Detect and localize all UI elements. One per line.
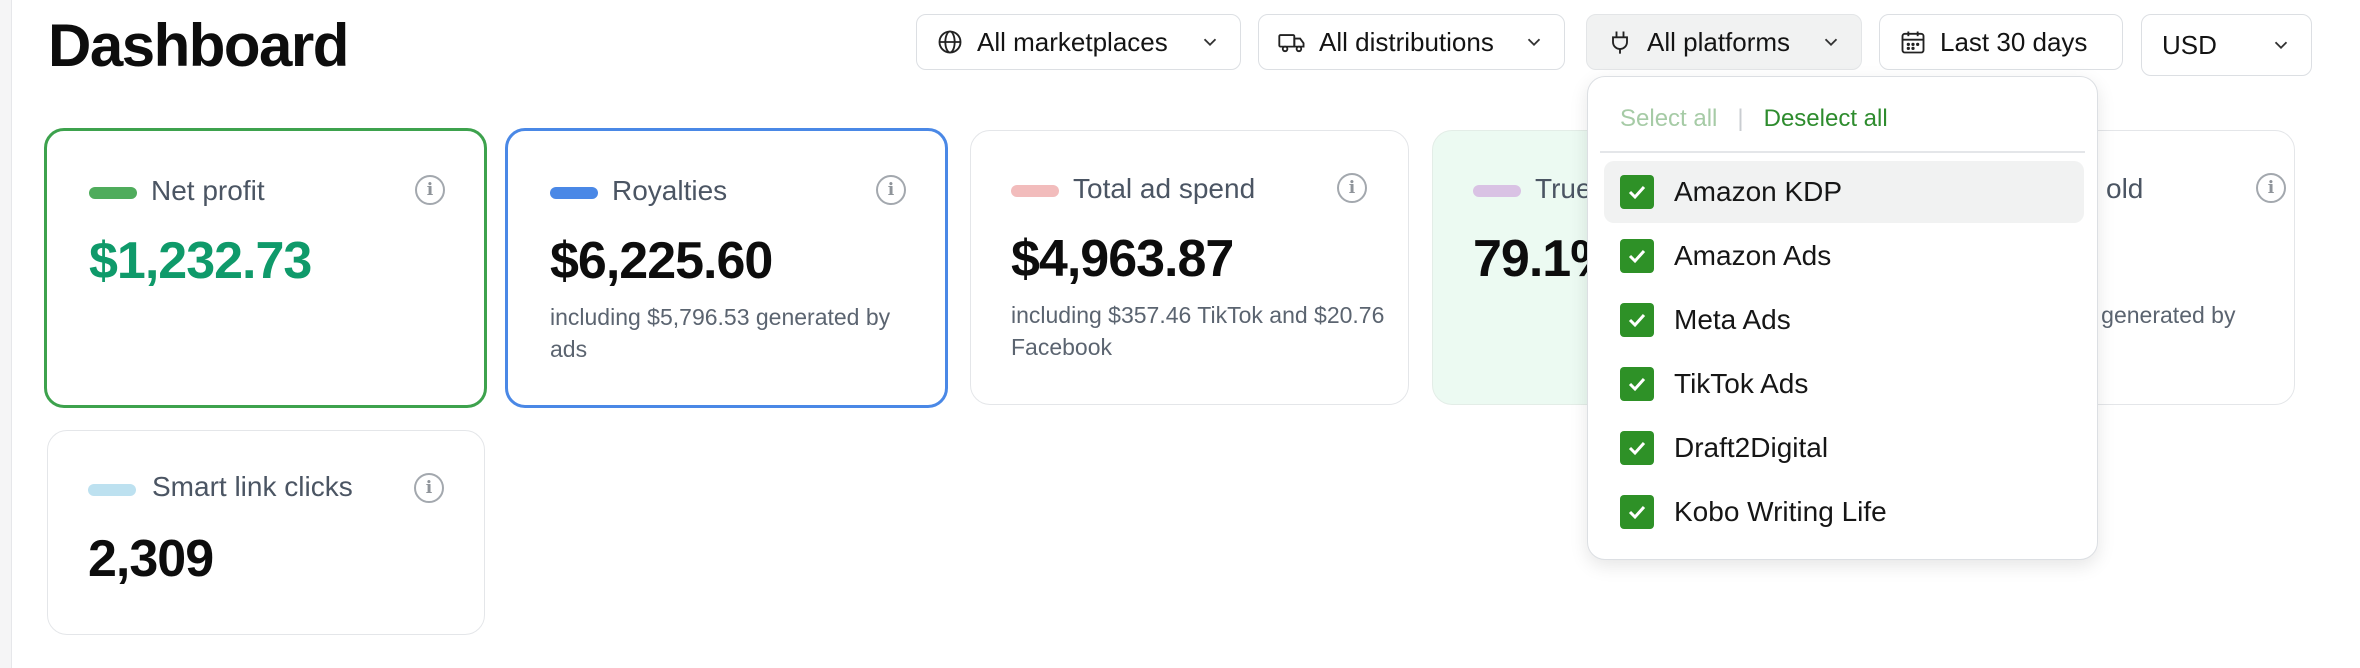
plug-icon: [1605, 27, 1635, 57]
card-value: $6,225.60: [550, 232, 773, 290]
card-value: 2,309: [88, 530, 214, 588]
series-swatch: [1011, 185, 1059, 197]
card-subtext: including $5,796.53 generated by ads: [550, 304, 891, 362]
platform-option-amazon-kdp[interactable]: Amazon KDP: [1604, 161, 2084, 223]
globe-icon: [935, 27, 965, 57]
info-icon[interactable]: i: [2256, 173, 2286, 203]
net-profit-card[interactable]: Net profit i $1,232.73: [44, 128, 487, 408]
calendar-icon: [1898, 27, 1928, 57]
chevron-down-icon: [2269, 33, 2293, 57]
card-label: Net profit: [151, 175, 265, 206]
info-icon[interactable]: i: [415, 175, 445, 205]
checkbox-checked-icon[interactable]: [1620, 303, 1654, 337]
select-all-link[interactable]: Select all: [1620, 105, 1717, 133]
card-label: Royalties: [612, 175, 728, 206]
chevron-down-icon: [1198, 30, 1222, 54]
checkbox-checked-icon[interactable]: [1620, 495, 1654, 529]
platform-option-label: Draft2Digital: [1674, 432, 1829, 463]
series-swatch: [550, 187, 598, 199]
header-separator: |: [1737, 105, 1744, 132]
checkbox-checked-icon[interactable]: [1620, 367, 1654, 401]
truck-icon: [1277, 27, 1307, 57]
series-swatch: [89, 187, 137, 199]
currency-label: USD: [2162, 29, 2217, 60]
info-icon[interactable]: i: [876, 175, 906, 205]
card-subtext: including $357.46 TikTok and $20.76 Face…: [1011, 302, 1385, 360]
card-label: old: [2106, 173, 2144, 204]
chevron-down-icon: [1819, 30, 1843, 54]
card-subtext: 3 generated by: [2082, 302, 2236, 328]
marketplaces-filter[interactable]: All marketplaces: [916, 14, 1241, 70]
card-label: Smart link clicks: [152, 471, 353, 502]
side-panel-edge: [0, 0, 12, 668]
card-value: $4,963.87: [1011, 230, 1234, 288]
checkbox-checked-icon[interactable]: [1620, 239, 1654, 273]
checkbox-checked-icon[interactable]: [1620, 175, 1654, 209]
checkbox-checked-icon[interactable]: [1620, 431, 1654, 465]
card-value: $1,232.73: [89, 232, 312, 290]
distributions-filter-label: All distributions: [1319, 26, 1494, 57]
platform-option-tiktok-ads[interactable]: TikTok Ads: [1604, 353, 2084, 415]
platform-option-label: TikTok Ads: [1674, 368, 1809, 399]
platform-option-kobo-writing-life[interactable]: Kobo Writing Life: [1604, 481, 2084, 543]
platforms-dropdown: Select all | Deselect all Amazon KDP Ama…: [1587, 76, 2098, 560]
page-title: Dashboard: [48, 12, 349, 79]
info-icon[interactable]: i: [414, 473, 444, 503]
dropdown-header: Select all | Deselect all: [1620, 105, 1888, 133]
deselect-all-link[interactable]: Deselect all: [1764, 105, 1888, 133]
platform-option-label: Kobo Writing Life: [1674, 496, 1887, 527]
platform-option-meta-ads[interactable]: Meta Ads: [1604, 289, 2084, 351]
platform-option-label: Amazon KDP: [1674, 176, 1843, 207]
platform-option-amazon-ads[interactable]: Amazon Ads: [1604, 225, 2084, 287]
platform-option-draft2digital[interactable]: Draft2Digital: [1604, 417, 2084, 479]
series-swatch: [88, 484, 136, 496]
date-range-label: Last 30 days: [1940, 26, 2088, 57]
divider: [1600, 151, 2085, 153]
currency-select[interactable]: USD: [2141, 14, 2312, 76]
date-range-filter[interactable]: Last 30 days: [1879, 14, 2123, 70]
platforms-filter-label: All platforms: [1647, 26, 1791, 57]
distributions-filter[interactable]: All distributions: [1258, 14, 1565, 70]
info-icon[interactable]: i: [1337, 173, 1367, 203]
card-label: True: [1535, 173, 1592, 204]
series-swatch: [1473, 185, 1521, 197]
platform-option-label: Meta Ads: [1674, 304, 1791, 335]
platforms-filter[interactable]: All platforms: [1586, 14, 1862, 70]
card-label: Total ad spend: [1073, 173, 1256, 204]
smart-link-clicks-card[interactable]: Smart link clicks i 2,309: [47, 430, 485, 635]
chevron-down-icon: [1522, 30, 1546, 54]
royalties-card[interactable]: Royalties i $6,225.60 including $5,796.5…: [505, 128, 948, 408]
total-ad-spend-card[interactable]: Total ad spend i $4,963.87 including $35…: [970, 130, 1409, 405]
platform-option-label: Amazon Ads: [1674, 240, 1832, 271]
marketplaces-filter-label: All marketplaces: [977, 26, 1168, 57]
